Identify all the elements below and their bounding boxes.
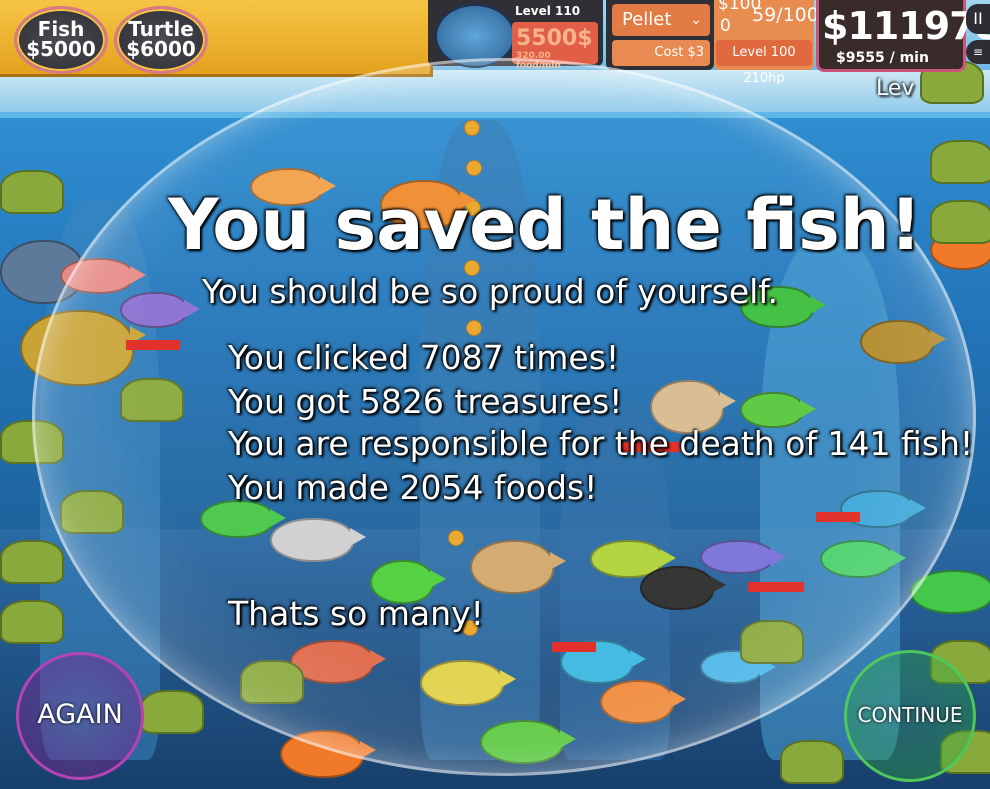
turtle[interactable] [930, 140, 990, 184]
pause-button[interactable]: II [966, 4, 990, 34]
pet-stats: Level 100 210hp [716, 40, 812, 86]
pet-price-wrap: 0 [720, 16, 731, 36]
level-upgrade-cost: 5500$ [516, 26, 593, 51]
buy-turtle-button[interactable]: Turtle $6000 [114, 6, 208, 74]
turtle[interactable] [780, 740, 844, 784]
stat-foods: You made 2054 foods! [228, 468, 598, 507]
pet-upgrade-button[interactable]: $100 0 59/100 [718, 0, 819, 36]
pet-count: 59/100 [752, 4, 819, 26]
stat-treasures: You got 5826 treasures! [228, 382, 623, 421]
turtle[interactable] [0, 170, 64, 214]
food-select[interactable]: Pellet ⌄ [612, 4, 710, 36]
buy-turtle-name: Turtle [128, 17, 194, 41]
chevron-down-icon: ⌄ [690, 12, 702, 28]
level-label: Level 110 [515, 4, 581, 18]
money-rate: $9555 / min [836, 50, 929, 66]
menu-icon[interactable]: ≡ [966, 40, 990, 64]
stat-clicks: You clicked 7087 times! [228, 338, 620, 377]
victory-subtitle: You should be so proud of yourself. [202, 272, 779, 311]
buy-fish-name: Fish [37, 17, 85, 41]
buy-fish-price: $5000 [26, 37, 96, 61]
turtle[interactable] [930, 200, 990, 244]
food-select-value: Pellet [622, 9, 672, 30]
turtle[interactable] [0, 600, 64, 644]
stat-deaths: You are responsible for the death of 141… [228, 424, 974, 463]
victory-title: You saved the fish! [168, 184, 922, 266]
buy-turtle-price: $6000 [126, 37, 196, 61]
again-button[interactable]: AGAIN [16, 652, 144, 780]
buy-fish-button[interactable]: Fish $5000 [14, 6, 108, 74]
level-tag: Lev [876, 76, 915, 101]
turtle[interactable] [140, 690, 204, 734]
continue-button[interactable]: CONTINUE [844, 650, 976, 782]
turtle[interactable] [0, 540, 64, 584]
food-cost: Cost $3 [612, 40, 710, 66]
money-total: $1119784 [822, 4, 990, 48]
closing-remark: Thats so many! [228, 594, 484, 633]
